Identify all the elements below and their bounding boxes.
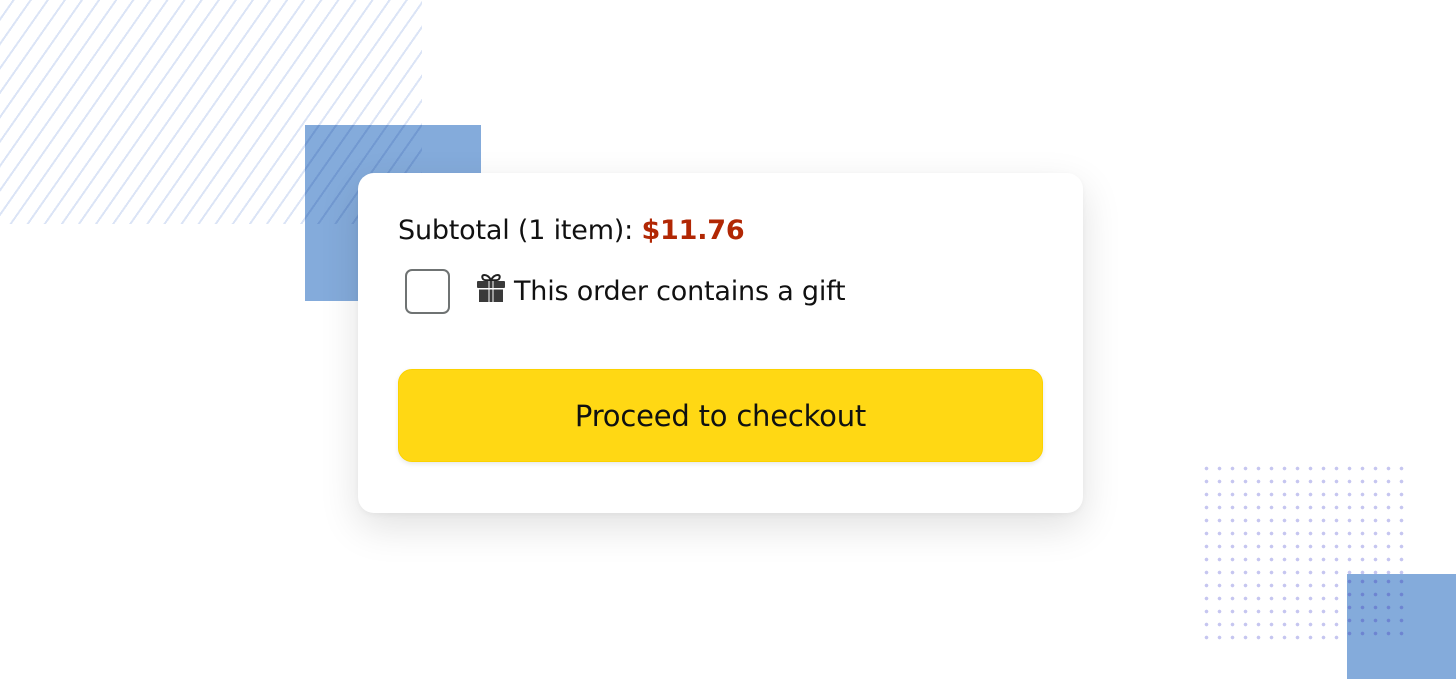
subtotal-line: Subtotal (1 item): $11.76 <box>398 215 745 246</box>
gift-checkbox[interactable] <box>405 268 450 314</box>
subtotal-price: $11.76 <box>641 215 745 246</box>
gift-icon <box>474 271 508 305</box>
gift-option-row[interactable]: This order contains a gift <box>405 268 846 314</box>
gift-option-label[interactable]: This order contains a gift <box>514 276 846 307</box>
proceed-to-checkout-button[interactable]: Proceed to checkout <box>398 369 1043 462</box>
decorative-dot-grid-overlay <box>1347 574 1412 642</box>
checkout-summary-card: Subtotal (1 item): $11.76 This order con… <box>358 173 1083 513</box>
subtotal-label: Subtotal (1 item): <box>398 215 634 246</box>
page-canvas: Subtotal (1 item): $11.76 This order con… <box>0 0 1456 679</box>
